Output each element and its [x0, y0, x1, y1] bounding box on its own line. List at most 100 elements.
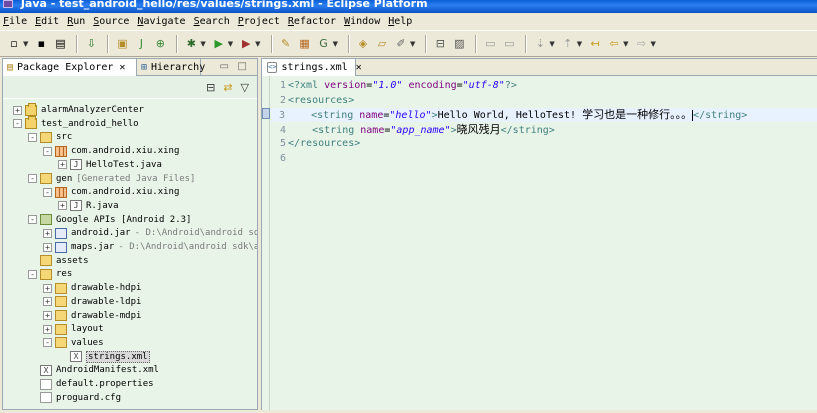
code-line[interactable]: 4 <string name="app_name">晓风残月</string>	[272, 123, 555, 137]
dropdown-arrow-icon[interactable]: ▼	[228, 40, 233, 48]
code-line[interactable]: 1 <?xml version="1.0" encoding="utf-8"?>	[272, 79, 517, 93]
dropdown-arrow-icon[interactable]: ▼	[23, 40, 28, 48]
dropdown-arrow-icon[interactable]: ▼	[200, 40, 205, 48]
last-edit-location-icon[interactable]: ↤	[587, 36, 603, 52]
new-class-icon[interactable]: ⊕	[152, 36, 168, 52]
collapse-icon[interactable]: -	[28, 132, 37, 142]
tree-item[interactable]: + drawable-ldpi	[3, 295, 141, 309]
next-annotation-icon[interactable]: ⇣	[532, 36, 548, 52]
debug-icon[interactable]: ✱	[183, 36, 199, 52]
maximize-icon[interactable]: □	[238, 61, 247, 72]
tree-item[interactable]: + drawable-mdpi	[3, 309, 141, 323]
tree-item[interactable]: - values	[3, 336, 104, 350]
collapse-icon[interactable]: -	[28, 174, 37, 183]
tree-item[interactable]: + J R.java	[3, 199, 119, 213]
menu-run[interactable]: Run	[67, 16, 85, 27]
tree-item[interactable]: + layout	[3, 322, 104, 336]
folder-open-icon[interactable]: ▱	[374, 36, 390, 52]
tree-item[interactable]: - res	[3, 267, 72, 281]
collapse-icon[interactable]: -	[43, 146, 52, 156]
menu-navigate[interactable]: Navigate	[137, 16, 185, 27]
tab-strings-xml[interactable]: <> strings.xml ✕	[262, 59, 362, 76]
new-java-project-icon[interactable]: ▣	[114, 36, 130, 52]
run-icon[interactable]: ▶	[211, 36, 227, 52]
forward-icon[interactable]: ⇨	[634, 36, 650, 52]
collapse-icon[interactable]: -	[28, 269, 37, 279]
expand-icon[interactable]: +	[43, 297, 52, 307]
menu-refactor[interactable]: Refactor	[288, 16, 336, 27]
view-menu-icon[interactable]: ▭	[220, 61, 229, 72]
tree-item[interactable]: + alarmAnalyzerCenter	[3, 102, 144, 117]
dropdown-arrow-icon[interactable]: ▼	[255, 40, 260, 48]
tree-item[interactable]: - com.android.xiu.xing	[3, 185, 179, 199]
menu-search[interactable]: Search	[194, 16, 230, 27]
collapse-icon[interactable]: -	[13, 119, 22, 129]
tree-item[interactable]: - src	[3, 130, 72, 144]
expand-icon[interactable]: +	[13, 105, 22, 115]
save-icon[interactable]: ▪	[33, 36, 49, 52]
prev-annotation-icon[interactable]: ⇡	[560, 36, 576, 52]
link-with-editor-icon[interactable]: ⇄	[223, 81, 232, 94]
annotation-icon[interactable]: ⊟	[432, 36, 448, 52]
open-type-icon[interactable]: ✎	[278, 36, 294, 52]
tree-item[interactable]: - gen [Generated Java Files]	[3, 172, 195, 186]
tree-item[interactable]: default.properties	[3, 377, 154, 391]
code-line[interactable]: 2 <resources>	[272, 94, 354, 108]
close-icon[interactable]: ✕	[356, 62, 362, 73]
code-line[interactable]: 3 <string name="hello">Hello World, Hell…	[271, 108, 817, 122]
dropdown-arrow-icon[interactable]: ▼	[577, 40, 582, 48]
toggle-icon[interactable]: ▭	[482, 36, 498, 52]
expand-icon[interactable]: +	[43, 311, 52, 320]
tree-item[interactable]: - com.android.xiu.xing	[3, 144, 179, 158]
collapse-all-icon[interactable]: ⊟	[206, 81, 215, 94]
dropdown-arrow-icon[interactable]: ▼	[623, 40, 628, 48]
toggle-mark-icon[interactable]: ▭	[501, 36, 517, 52]
tree-item[interactable]: + J HelloTest.java	[3, 158, 162, 172]
tab-package-explorer[interactable]: ▤ Package Explorer ✕	[3, 59, 137, 76]
print-icon[interactable]: ▤	[52, 36, 68, 52]
menu-edit[interactable]: Edit	[35, 16, 59, 27]
tree-item[interactable]: + maps.jar- D:\Android\android sdk\add-	[3, 240, 257, 254]
expand-icon[interactable]: +	[58, 160, 67, 170]
open-perspective-icon[interactable]: ◈	[355, 36, 371, 52]
search-icon[interactable]: G	[316, 36, 332, 52]
tree-item[interactable]: + android.jar- D:\Android\android sdk\p	[3, 226, 257, 240]
collapse-icon[interactable]: -	[43, 187, 52, 197]
code-line[interactable]: 6	[272, 152, 288, 166]
back-icon[interactable]: ⇦	[606, 36, 622, 52]
external-tools-icon[interactable]: ▶	[238, 36, 254, 52]
expand-icon[interactable]: +	[43, 228, 52, 238]
tree-item[interactable]: - test_android_hello	[3, 116, 139, 131]
tree-item[interactable]: - Google APIs [Android 2.3]	[3, 213, 191, 227]
collapse-icon[interactable]: -	[28, 215, 37, 225]
expand-icon[interactable]: +	[43, 324, 52, 334]
tab-hierarchy[interactable]: ⊞ Hierarchy	[137, 59, 205, 76]
tree-item[interactable]: proguard.cfg	[3, 391, 121, 405]
close-icon[interactable]: ✕	[119, 62, 125, 73]
view-menu-dropdown-icon[interactable]: ▽	[241, 81, 249, 94]
dropdown-arrow-icon[interactable]: ▼	[651, 40, 656, 48]
menu-project[interactable]: Project	[238, 16, 280, 27]
paste-icon[interactable]: ▨	[451, 36, 467, 52]
tree-item[interactable]: X AndroidManifest.xml	[3, 363, 159, 377]
pen-icon[interactable]: ✐	[393, 36, 409, 52]
tree-item[interactable]: Xstrings.xml	[3, 350, 150, 364]
menu-source[interactable]: Source	[93, 16, 129, 27]
open-task-icon[interactable]: ▦	[297, 36, 313, 52]
tree-item[interactable]: assets	[3, 254, 89, 268]
xml-source-editor[interactable]: 1 <?xml version="1.0" encoding="utf-8"?> 2…	[262, 76, 817, 410]
dropdown-arrow-icon[interactable]: ▼	[410, 40, 415, 48]
new-package-icon[interactable]: J	[133, 36, 149, 52]
expand-icon[interactable]: +	[43, 242, 52, 252]
dropdown-arrow-icon[interactable]: ▼	[333, 40, 338, 48]
menu-file[interactable]: File	[3, 16, 27, 27]
tree-item[interactable]: + drawable-hdpi	[3, 281, 141, 295]
menu-help[interactable]: Help	[388, 16, 412, 27]
collapse-icon[interactable]: -	[43, 338, 52, 348]
import-icon[interactable]: ⇩	[83, 36, 99, 52]
dropdown-arrow-icon[interactable]: ▼	[549, 40, 554, 48]
code-line[interactable]: 5 </resources>	[272, 137, 360, 151]
expand-icon[interactable]: +	[43, 283, 52, 293]
new-wizard-icon[interactable]: ▫	[6, 36, 22, 52]
expand-icon[interactable]: +	[58, 201, 67, 211]
